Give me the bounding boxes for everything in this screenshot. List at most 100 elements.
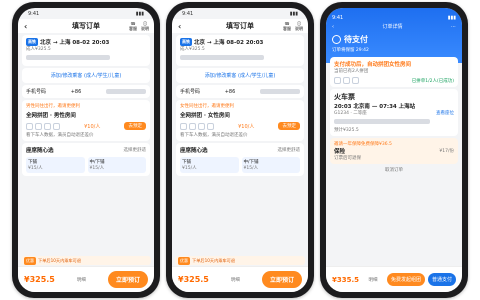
room-note: 看下车人数据，满员自动退还差价 (26, 133, 94, 138)
train-sub: G1234 · 二等座 (334, 111, 367, 116)
add-passenger-card[interactable]: 添加/修改乘客 (成人/学生/儿童) (22, 68, 150, 83)
total-price: ¥335.5 (332, 275, 360, 284)
detail-link[interactable]: 明细 (231, 277, 240, 283)
status-bar: 9:41 ▮▮▮ (172, 8, 308, 19)
screen-3: 9:41 ▮▮▮ ‹ 订单详情 ⋯ 待支付 订单将保留 29:42 支付成功后，… (326, 8, 462, 292)
trip-card[interactable]: 高铁 北京 → 上海 08-02 20:03 成人¥325.5 (22, 35, 150, 66)
status-time: 9:41 (182, 10, 194, 17)
status-time: 9:41 (28, 10, 40, 17)
clock-icon (332, 35, 341, 44)
total-price: ¥325.5 (24, 275, 55, 284)
tool-label: 客服 (283, 26, 291, 31)
match-title: 支付成功后，自动拼团女性房间 (334, 62, 412, 68)
seat-price: ¥15/人 (89, 166, 105, 171)
blurred-text (334, 119, 430, 124)
room-book-button[interactable]: 去预定 (278, 122, 300, 130)
seat-card[interactable]: 座席随心选 选择更舒适 下铺 ¥15/人 中/下铺 ¥15/人 (22, 143, 150, 176)
blurred-text (180, 55, 264, 60)
trip-card[interactable]: 高铁 北京 → 上海 08-02 20:03 成人¥325.5 (176, 35, 304, 66)
phone-card[interactable]: 手机号码 +86 (176, 85, 304, 98)
room-title: 全网拼团 · 女性房间 (180, 113, 230, 119)
screen-2: 9:41 ▮▮▮ ‹ 填写订单 ☎ 客服 ⓘ 说明 高铁 北京 → 上海 08-02 … (172, 8, 308, 292)
promo-badge: 优惠 (178, 256, 190, 265)
page-title: 订单详情 (382, 24, 403, 30)
promo-strip[interactable]: 优惠 下单后10天内乘车可退 (175, 256, 305, 265)
room-card[interactable]: 女性同住出行，邀请更便利 全网拼团 · 女性房间 ¥10/人 去预定 看下车人数… (176, 100, 304, 141)
train-line: 20:03 北京南 — 07:34 上海站 (334, 104, 416, 110)
room-note: 看下车人数据，满员自动退还差价 (180, 133, 248, 138)
status-time: 9:41 (332, 14, 344, 21)
bottom-bar: ¥325.5 明细 立即预订 (18, 266, 154, 292)
group-pay-button[interactable]: 免费发起组团 (386, 273, 425, 286)
status-bar: 9:41 ▮▮▮ (332, 12, 456, 23)
page-title: 填写订单 (72, 22, 100, 30)
avatar-slots (334, 77, 359, 84)
seat-option[interactable]: 下铺 ¥15/人 (180, 157, 239, 173)
seat-hint: 选择更舒适 (123, 148, 147, 153)
total-price: ¥325.5 (178, 275, 209, 284)
seat-card[interactable]: 座席随心选 选择更舒适 下铺 ¥15/人 中/下铺 ¥15/人 (176, 143, 304, 176)
normal-pay-button[interactable]: 普通支付 (427, 273, 456, 286)
phone-input[interactable] (105, 89, 146, 94)
page-title: 填写订单 (226, 22, 254, 30)
seat-price: ¥15/人 (182, 166, 197, 171)
promo-strip[interactable]: 优惠 下单后10天内乘车可退 (21, 256, 151, 265)
seat-info-link[interactable]: 查看座位 (436, 110, 454, 116)
phone-frame-2: 9:41 ▮▮▮ ‹ 填写订单 ☎ 客服 ⓘ 说明 高铁 北京 → 上海 08-02 … (166, 2, 314, 298)
battery-icon: ▮▮▮ (447, 14, 456, 21)
train-tag: 高铁 (180, 38, 192, 46)
insurance-card[interactable]: 邀请一年保障免费保障¥36.5 保险 ¥17/份 订票后可退保 (330, 138, 458, 164)
match-sub: 当前已有2人拼团 (334, 69, 369, 74)
price-line: 成人¥325.5 (180, 47, 205, 52)
room-price: ¥10/人 (84, 123, 101, 130)
avatar-slots (180, 122, 214, 130)
tool-label: 说明 (141, 26, 149, 31)
book-now-button[interactable]: 立即预订 (261, 271, 302, 288)
add-passenger-link[interactable]: 添加/修改乘客 (成人/学生/儿童) (176, 68, 304, 83)
room-price: ¥10/人 (238, 123, 255, 130)
blurred-text (26, 55, 110, 60)
info-button[interactable]: ⓘ 说明 (295, 21, 303, 31)
room-hint: 女性同住出行，邀请更便利 (180, 104, 234, 109)
room-card[interactable]: 男性同住出行，邀请更便利 全网拼团 · 男性房间 ¥10/人 去预定 看下车人数… (22, 100, 150, 141)
more-icon[interactable]: ⋯ (451, 24, 456, 30)
status-bar: 9:41 ▮▮▮ (18, 8, 154, 19)
trip-route: 北京 → 上海 08-02 20:03 (40, 40, 110, 46)
detail-link[interactable]: 明细 (368, 277, 377, 283)
phone-prefix[interactable]: +86 (71, 89, 82, 95)
room-book-button[interactable]: 去预定 (124, 122, 146, 130)
cancel-order-link[interactable]: 取消订单 (326, 167, 462, 173)
train-title: 火车票 (334, 93, 355, 101)
book-now-button[interactable]: 立即预订 (107, 271, 148, 288)
info-button[interactable]: ⓘ 说明 (141, 21, 149, 31)
phone-frame-1: 9:41 ▮▮▮ ‹ 填写订单 ☎ 客服 ⓘ 说明 高铁 北京 → 上海 08-02 … (12, 2, 160, 298)
train-card[interactable]: 火车票 20:03 北京南 — 07:34 上海站 G1234 · 二等座 查看座… (330, 89, 458, 136)
pay-status: 待支付 (344, 35, 368, 44)
pay-header: 9:41 ▮▮▮ ‹ 订单详情 ⋯ 待支付 订单将保留 29:42 (326, 8, 462, 63)
phone-input[interactable] (259, 89, 300, 94)
seat-title: 座席随心选 (26, 148, 54, 154)
phone-prefix[interactable]: +86 (225, 89, 236, 95)
seat-title: 座席随心选 (180, 148, 208, 154)
seat-hint: 选择更舒适 (277, 148, 301, 153)
seat-option[interactable]: 中/下铺 ¥15/人 (87, 157, 146, 173)
add-passenger-link[interactable]: 添加/修改乘客 (成人/学生/儿童) (22, 68, 150, 83)
group-match-card[interactable]: 支付成功后，自动拼团女性房间 当前已有2人拼团 已拼单1/2人(已成功) (330, 57, 458, 87)
back-arrow-icon[interactable]: ‹ (178, 22, 181, 31)
insurance-price: ¥17/份 (439, 149, 454, 154)
insurance-title: 保险 (334, 149, 346, 155)
room-hint: 男性同住出行，邀请更便利 (26, 104, 80, 109)
header: ‹ 填写订单 ☎ 客服 ⓘ 说明 (172, 19, 308, 33)
insurance-sub: 订票后可退保 (334, 156, 361, 161)
bottom-bar: ¥325.5 明细 立即预订 (172, 266, 308, 292)
phone-card[interactable]: 手机号码 +86 (22, 85, 150, 98)
back-arrow-icon[interactable]: ‹ (24, 22, 27, 31)
seat-option[interactable]: 中/下铺 ¥15/人 (241, 157, 300, 173)
back-arrow-icon[interactable]: ‹ (332, 24, 334, 30)
seat-option[interactable]: 下铺 ¥15/人 (26, 157, 85, 173)
add-passenger-card[interactable]: 添加/修改乘客 (成人/学生/儿童) (176, 68, 304, 83)
detail-link[interactable]: 明细 (77, 277, 86, 283)
customer-service-button[interactable]: ☎ 客服 (283, 21, 291, 31)
customer-service-button[interactable]: ☎ 客服 (129, 21, 137, 31)
header: ‹ 填写订单 ☎ 客服 ⓘ 说明 (18, 19, 154, 33)
